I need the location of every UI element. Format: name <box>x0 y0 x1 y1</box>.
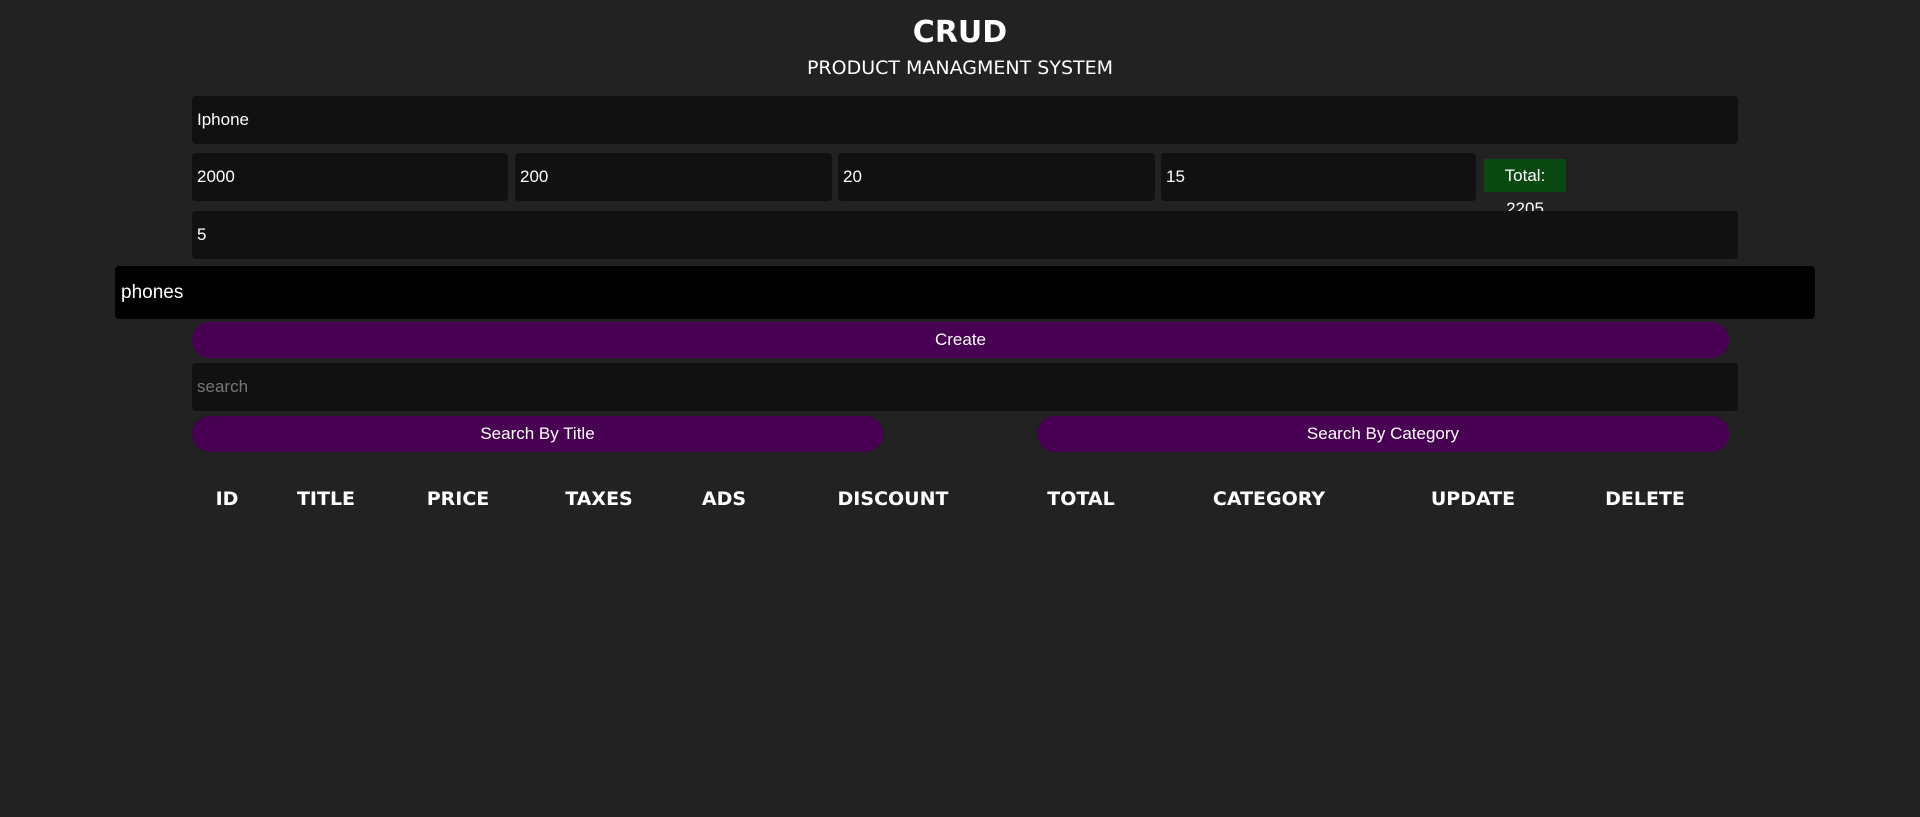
column-header-price: PRICE <box>426 488 490 510</box>
table-header: ID TITLE PRICE TAXES ADS DISCOUNT TOTAL … <box>0 488 1920 518</box>
column-header-taxes: TAXES <box>565 488 633 510</box>
column-header-discount: DISCOUNT <box>837 488 949 510</box>
total-badge: Total: 2205 <box>1484 159 1566 218</box>
taxes-input[interactable] <box>515 153 832 201</box>
column-header-id: ID <box>215 488 239 510</box>
column-header-category: CATEGORY <box>1212 488 1326 510</box>
search-by-category-button[interactable]: Search By Category <box>1037 416 1729 452</box>
category-input[interactable] <box>115 266 1815 319</box>
price-input[interactable] <box>192 153 508 201</box>
create-button[interactable]: Create <box>192 322 1729 358</box>
discount-input[interactable] <box>1161 153 1476 201</box>
ads-input[interactable] <box>838 153 1155 201</box>
page-subtitle: PRODUCT MANAGMENT SYSTEM <box>806 57 1114 79</box>
column-header-ads: ADS <box>701 488 747 510</box>
title-input[interactable] <box>192 96 1738 144</box>
search-input[interactable] <box>192 363 1738 411</box>
column-header-title: TITLE <box>296 488 356 510</box>
column-header-delete: DELETE <box>1605 488 1685 510</box>
page-title: CRUD <box>912 15 1008 50</box>
count-input[interactable] <box>192 211 1738 259</box>
page-header: CRUD PRODUCT MANAGMENT SYSTEM <box>0 14 1920 80</box>
column-header-total: TOTAL <box>1047 488 1115 510</box>
column-header-update: UPDATE <box>1430 488 1516 510</box>
search-by-title-button[interactable]: Search By Title <box>192 416 883 452</box>
